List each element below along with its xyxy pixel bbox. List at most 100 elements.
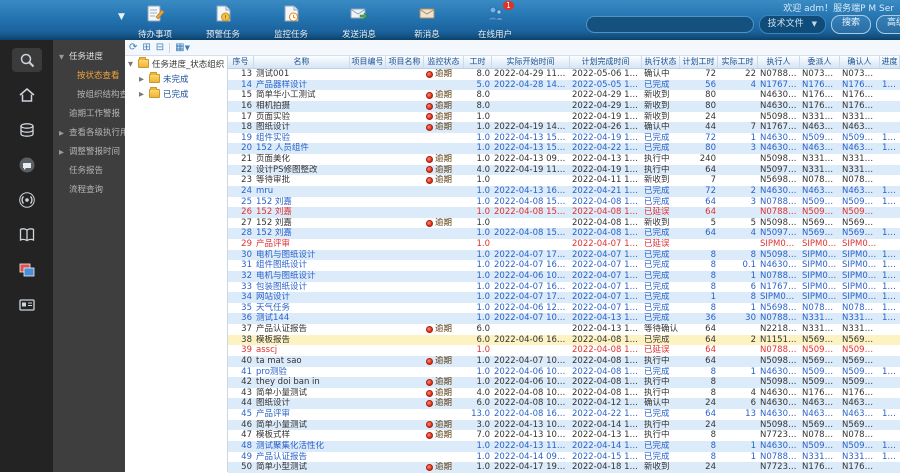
table-row[interactable]: 47 模板式样 逾期 7.0 2022-04-13 10:42 2022-04-13 18… bbox=[228, 430, 900, 441]
cell-name[interactable]: 产品评审 bbox=[254, 409, 350, 420]
cell-name[interactable]: 等待审批 bbox=[254, 175, 350, 186]
caret-right-icon[interactable]: ▶ bbox=[139, 90, 146, 98]
menu-item-6[interactable]: 任务报告 bbox=[53, 162, 125, 181]
cell-name[interactable]: 产品评审 bbox=[254, 239, 350, 250]
column-header-6[interactable]: 实际开始时间 bbox=[492, 56, 570, 68]
table-row[interactable]: 45 产品评审 13.0 2022-04-08 16:34 2022-04-22 18:… bbox=[228, 409, 900, 420]
search-input[interactable] bbox=[585, 16, 754, 33]
tool-new-message[interactable]: 新消息 bbox=[404, 4, 450, 40]
column-header-1[interactable]: 名称 bbox=[254, 56, 350, 68]
cell-name[interactable]: 模板式样 bbox=[254, 430, 350, 441]
table-row[interactable]: 15 简单华小工测试 逾期 8.0 2022-04-29 18:00 新收到 80 N4630… bbox=[228, 90, 900, 101]
tree-node-1[interactable]: ▶ 已完成 bbox=[125, 86, 227, 101]
table-row[interactable]: 34 网站设计 1.0 2022-04-07 17:21 2022-04-07 17:0… bbox=[228, 292, 900, 303]
chevron-down-icon[interactable]: ▼ bbox=[118, 12, 125, 22]
column-header-4[interactable]: 监控状态 bbox=[424, 56, 464, 68]
cell-name[interactable]: 电机与图纸设计 bbox=[254, 271, 350, 282]
table-row[interactable]: 37 产品认证报告 逾期 6.0 2022-04-13 18:00 等待确认 64 N2218… bbox=[228, 324, 900, 335]
table-row[interactable]: 24 mru 1.0 2022-04-13 16:08 2022-04-21 18:00… bbox=[228, 185, 900, 197]
cell-name[interactable]: 152 人员组件 bbox=[254, 143, 350, 154]
cell-name[interactable]: 简单小量测试 bbox=[254, 388, 350, 399]
column-header-0[interactable]: 序号 bbox=[228, 56, 254, 68]
cell-name[interactable]: 相机拍摄 bbox=[254, 101, 350, 112]
menu-item-0[interactable]: ▼ 任务进度 bbox=[53, 48, 125, 67]
table-row[interactable]: 22 设计PS修图整改 逾期 4.0 2022-04-19 11:28 2022-04-1… bbox=[228, 164, 900, 176]
table-row[interactable]: 50 简单小型测试 逾期 1.0 2022-04-17 19:00 2022-04-18 … bbox=[228, 462, 900, 473]
view-grid-icon[interactable]: ▦▼ bbox=[175, 41, 190, 55]
book-icon[interactable] bbox=[12, 223, 42, 247]
cell-name[interactable]: 测试001 bbox=[254, 69, 350, 80]
cell-name[interactable]: 组件实验 bbox=[254, 133, 350, 144]
table-row[interactable]: 46 简单小量测试 逾期 3.0 2022-04-13 10:27 2022-04-14 … bbox=[228, 419, 900, 431]
cell-name[interactable]: they doi ban in bbox=[254, 377, 350, 388]
cell-name[interactable]: asscj bbox=[254, 345, 350, 356]
refresh-icon[interactable]: ⟳ bbox=[129, 41, 137, 55]
cell-name[interactable]: 产品认证报告 bbox=[254, 452, 350, 463]
broadcast-icon[interactable] bbox=[12, 188, 42, 212]
table-row[interactable]: 39asscj1.02022-04-08 18:00已延误64N0788杨树祥N… bbox=[228, 345, 900, 356]
cell-name[interactable]: 设计PS修图整改 bbox=[254, 165, 350, 176]
tree-node-0[interactable]: ▶ 未完成 bbox=[125, 71, 227, 86]
collapse-all-icon[interactable]: ⊟ bbox=[156, 41, 164, 55]
tool-monitor-task[interactable]: 监控任务 bbox=[268, 4, 314, 40]
cell-name[interactable]: 包装图纸设计 bbox=[254, 282, 350, 293]
idcard-icon[interactable] bbox=[12, 293, 42, 317]
caret-right-icon[interactable]: ▶ bbox=[139, 75, 146, 83]
menu-item-3[interactable]: 逾期工作警报 bbox=[53, 105, 125, 124]
chat-icon[interactable] bbox=[12, 153, 42, 177]
table-row[interactable]: 30 电机与图纸设计 1.0 2022-04-07 17:00 2022-04-07 1… bbox=[228, 249, 900, 261]
cell-name[interactable]: pro测验 bbox=[254, 367, 350, 378]
cell-name[interactable]: 电机与图纸设计 bbox=[254, 250, 350, 261]
table-row[interactable]: 27 152 刘嘉 逾期 1.0 2022-04-08 18:00 新收到 5 5 N5098吴… bbox=[228, 217, 900, 229]
column-header-7[interactable]: 计划完成时间 bbox=[570, 56, 642, 68]
table-row[interactable]: 48 测试聚集化活性化 1.0 2022-04-13 11:02 2022-04-14 … bbox=[228, 440, 900, 452]
search-category-select[interactable]: 技术文件 ▼ bbox=[758, 15, 826, 34]
column-header-10[interactable]: 实际工时 bbox=[718, 56, 758, 68]
menu-item-4[interactable]: ▶ 查看各级执行用户 bbox=[53, 124, 125, 143]
cell-name[interactable]: 天气任务 bbox=[254, 303, 350, 314]
cell-name[interactable]: 页面实验 bbox=[254, 112, 350, 123]
table-row[interactable]: 44 图纸设计 逾期 6.0 2022-04-08 10:18 2022-04-12 18… bbox=[228, 398, 900, 409]
column-header-5[interactable]: 工时 bbox=[464, 56, 492, 68]
table-row[interactable]: 20 152 人员组件 1.0 2022-04-13 15:18 2022-04-22 … bbox=[228, 143, 900, 154]
tool-alert-task[interactable]: ! 预警任务 bbox=[200, 4, 246, 40]
cell-name[interactable]: 图纸设计 bbox=[254, 398, 350, 409]
table-row[interactable]: 29产品评审1.02022-04-07 17:00已延误SIPM01影子程SIP… bbox=[228, 239, 900, 250]
table-row[interactable]: 43 简单小量测试 逾期 4.0 2022-04-08 10:16 2022-04-08 … bbox=[228, 387, 900, 399]
column-header-12[interactable]: 委派人 bbox=[800, 56, 840, 68]
table-row[interactable]: 42 they doi ban in 逾期 1.0 2022-04-06 10:06 20… bbox=[228, 377, 900, 388]
table-row[interactable]: 38 模板报告 6.0 2022-04-06 16:30 2022-04-08 18:0… bbox=[228, 334, 900, 346]
home-icon[interactable] bbox=[12, 83, 42, 107]
column-header-11[interactable]: 执行人 bbox=[758, 56, 800, 68]
cell-name[interactable]: 152 刘嘉 bbox=[254, 218, 350, 229]
table-row[interactable]: 18 图纸设计 逾期 1.0 2022-04-19 14:23 2022-04-26 18… bbox=[228, 122, 900, 133]
table-row[interactable]: 31 组件图纸设计 1.0 2022-04-07 16:43 2022-04-07 17… bbox=[228, 260, 900, 271]
table-row[interactable]: 19 组件实验 1.0 2022-04-13 15:17 2022-04-19 18:0… bbox=[228, 132, 900, 144]
column-header-14[interactable]: 进度 bbox=[880, 56, 900, 68]
cell-name[interactable]: 页面美化 bbox=[254, 154, 350, 165]
menu-item-5[interactable]: ▶ 调整警报时间 bbox=[53, 143, 125, 162]
table-row[interactable]: 49 产品认证报告 1.0 2022-04-14 09:12 2022-04-15 18… bbox=[228, 451, 900, 463]
cell-name[interactable]: 152 刘嘉 bbox=[254, 197, 350, 208]
tree-root-node[interactable]: ▼ 任务进度_状态组织 bbox=[125, 56, 227, 71]
cell-name[interactable]: 组件图纸设计 bbox=[254, 260, 350, 271]
table-row[interactable]: 33 包装图纸设计 1.0 2022-04-07 16:27 2022-04-07 17… bbox=[228, 281, 900, 293]
menu-item-2[interactable]: 按组织结构查看 bbox=[53, 86, 125, 105]
expand-all-icon[interactable]: ⊞ bbox=[142, 41, 150, 55]
search-button[interactable]: 搜索 bbox=[830, 15, 871, 34]
cell-name[interactable]: 网站设计 bbox=[254, 292, 350, 303]
table-row[interactable]: 13 测试001 逾期 8.0 2022-04-29 11:00 2022-05-06 1… bbox=[228, 69, 900, 80]
table-row[interactable]: 32 电机与图纸设计 1.0 2022-04-06 10:16 2022-04-07 1… bbox=[228, 270, 900, 282]
table-row[interactable]: 25 152 刘嘉 1.0 2022-04-08 15:45 2022-04-08 18… bbox=[228, 196, 900, 208]
gallery-icon[interactable] bbox=[12, 258, 42, 282]
tool-online-users[interactable]: 1 在线用户 bbox=[472, 1, 518, 40]
table-row[interactable]: 21 页面美化 逾期 1.0 2022-04-13 09:28 2022-04-13 18… bbox=[228, 154, 900, 165]
tool-send-message[interactable]: 发送消息 bbox=[336, 4, 382, 40]
table-row[interactable]: 36 测试144 1.0 2022-04-07 10:30 2022-04-13 18:… bbox=[228, 313, 900, 324]
table-row[interactable]: 16相机拍摄 逾期 8.0 2022-04-29 18:00新收到 80 N4630杨桂兰… bbox=[228, 100, 900, 112]
menu-item-7[interactable]: 流程查询 bbox=[53, 181, 125, 200]
column-header-13[interactable]: 确认人 bbox=[840, 56, 880, 68]
cell-name[interactable]: 产品器样设计 bbox=[254, 80, 350, 91]
cell-name[interactable]: mru bbox=[254, 186, 350, 197]
tool-todo[interactable]: 待办事项 bbox=[132, 4, 178, 40]
